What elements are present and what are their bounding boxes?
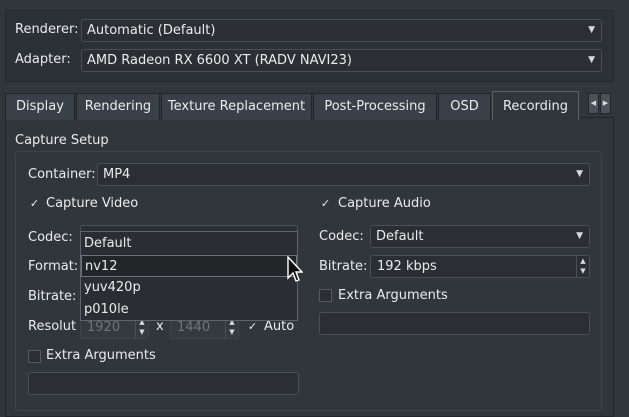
renderer-label: Renderer: (15, 22, 79, 37)
audio-bitrate-field[interactable]: 192 kbps ▲ ▼ (370, 255, 590, 278)
adapter-value: AMD Radeon RX 6600 XT (RADV NAVI23) (87, 53, 352, 68)
tab-scroll-right-button[interactable]: ▶ (600, 93, 611, 114)
tab-label: Post-Processing (324, 99, 426, 114)
resolution-auto-label: Auto (264, 319, 295, 334)
format-option-nv12[interactable]: nv12 (81, 255, 297, 277)
adapter-combo[interactable]: AMD Radeon RX 6600 XT (RADV NAVI23) ▼ (81, 49, 602, 72)
format-dropdown-list: Default nv12 yuv420p p010le (80, 231, 298, 321)
chevron-down-icon: ▼ (576, 169, 583, 179)
adapter-label: Adapter: (15, 52, 71, 67)
audio-bitrate-value: 192 kbps (377, 259, 437, 274)
mouse-cursor-icon (287, 256, 303, 282)
chevron-down-icon: ▼ (576, 231, 583, 241)
tab-label: Texture Replacement (167, 99, 306, 114)
video-bitrate-label: Bitrate: (28, 289, 77, 304)
tab-label: Display (16, 99, 64, 114)
format-option-default[interactable]: Default (81, 233, 297, 255)
chevron-down-icon: ▼ (588, 55, 595, 65)
capture-video-label: Capture Video (46, 196, 139, 211)
resolution-width-value: 1920 (87, 320, 121, 335)
chevron-down-icon: ▼ (588, 25, 595, 35)
tab-texture-replacement[interactable]: Texture Replacement (161, 93, 312, 120)
renderer-value: Automatic (Default) (87, 23, 216, 38)
resolution-height-value: 1440 (177, 320, 211, 335)
spinner-icon[interactable]: ▲ ▼ (576, 256, 589, 277)
format-option-yuv420p[interactable]: yuv420p (81, 277, 297, 299)
audio-codec-label: Codec: (319, 229, 364, 244)
audio-extra-args-input[interactable] (319, 312, 590, 335)
audio-codec-value: Default (376, 229, 424, 244)
tab-osd[interactable]: OSD (438, 93, 491, 120)
tab-label: OSD (450, 99, 479, 114)
capture-video-checkbox[interactable]: ✓ (28, 198, 41, 211)
audio-codec-combo[interactable]: Default ▼ (370, 225, 590, 248)
video-extra-args-checkbox[interactable] (28, 350, 41, 363)
resolution-label: Resolut (28, 319, 77, 334)
tab-rendering[interactable]: Rendering (76, 93, 160, 120)
capture-audio-checkbox[interactable]: ✓ (319, 198, 332, 211)
tab-post-processing[interactable]: Post-Processing (313, 93, 437, 120)
tab-scroll-left-button[interactable]: ◀ (588, 93, 599, 114)
capture-audio-label: Capture Audio (338, 196, 431, 211)
tab-label: Recording (502, 99, 569, 114)
container-value: MP4 (103, 167, 131, 182)
audio-bitrate-label: Bitrate: (319, 259, 368, 274)
container-label: Container: (28, 167, 96, 182)
format-option-p010le[interactable]: p010le (81, 299, 297, 321)
resolution-auto-checkbox[interactable]: ✓ (246, 321, 259, 334)
resolution-x-label: x (156, 319, 164, 334)
audio-extra-args-label: Extra Arguments (338, 288, 448, 303)
video-extra-args-input[interactable] (28, 372, 299, 395)
tab-recording[interactable]: Recording (492, 91, 579, 120)
tab-display[interactable]: Display (5, 93, 75, 120)
tab-label: Rendering (84, 99, 152, 114)
container-combo[interactable]: MP4 ▼ (97, 163, 590, 186)
capture-setup-title: Capture Setup (15, 133, 109, 148)
audio-extra-args-checkbox[interactable] (319, 289, 332, 302)
video-extra-args-label: Extra Arguments (46, 348, 156, 363)
video-codec-label: Codec: (28, 230, 73, 245)
renderer-combo[interactable]: Automatic (Default) ▼ (81, 19, 602, 42)
video-format-label: Format: (28, 259, 79, 274)
